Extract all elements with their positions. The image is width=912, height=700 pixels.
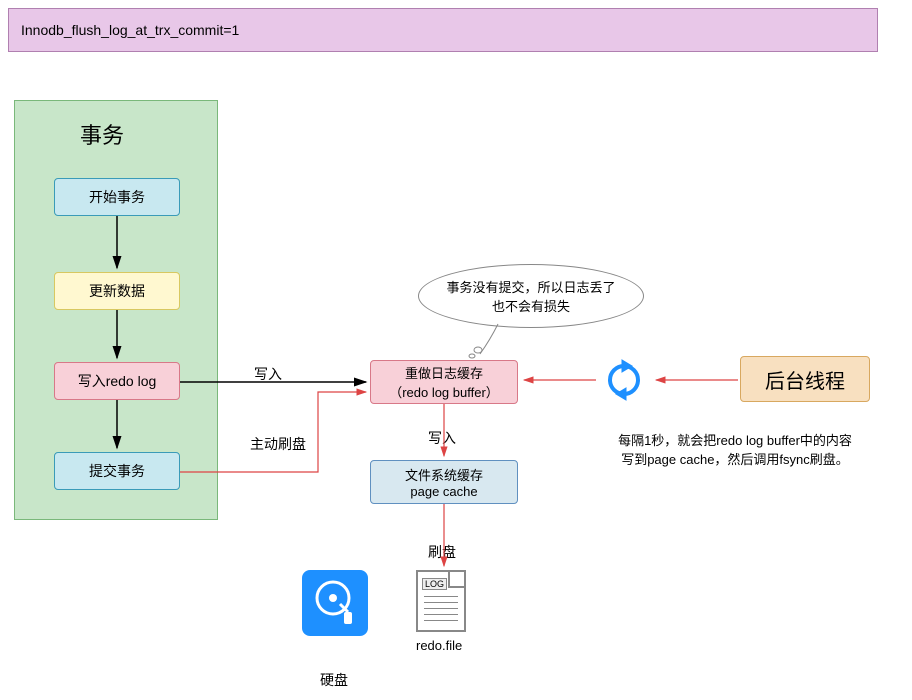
title-text: Innodb_flush_log_at_trx_commit=1 xyxy=(21,22,239,38)
bubble-line1: 事务没有提交，所以日志丢了 xyxy=(446,277,615,296)
file-label: redo.file xyxy=(416,638,462,653)
background-thread-box: 后台线程 xyxy=(740,356,870,402)
start-transaction-box: 开始事务 xyxy=(54,178,180,216)
bg-desc-line1: 每隔1秒，就会把redo log buffer中的内容 xyxy=(580,430,890,449)
disk-label: 硬盘 xyxy=(320,670,348,690)
page-cache-line2: page cache xyxy=(410,484,477,499)
bg-desc-line2: 写到page cache，然后调用fsync刷盘。 xyxy=(580,449,890,468)
disk-icon xyxy=(302,570,368,636)
background-thread-label: 后台线程 xyxy=(765,365,845,394)
redo-buffer-line1: 重做日志缓存 xyxy=(405,363,483,382)
refresh-icon xyxy=(600,356,648,404)
start-transaction-label: 开始事务 xyxy=(89,187,145,207)
active-flush-label: 主动刷盘 xyxy=(250,434,306,454)
write2-label: 写入 xyxy=(428,428,456,448)
update-data-label: 更新数据 xyxy=(89,281,145,301)
bubble-line2: 也不会有损失 xyxy=(492,296,570,315)
redo-buffer-line2: （redo log buffer） xyxy=(389,382,499,401)
commit-transaction-label: 提交事务 xyxy=(89,461,145,481)
file-tag: LOG xyxy=(422,578,447,590)
commit-transaction-box: 提交事务 xyxy=(54,452,180,490)
update-data-box: 更新数据 xyxy=(54,272,180,310)
write1-label: 写入 xyxy=(254,364,282,384)
file-icon: LOG xyxy=(416,570,466,632)
page-cache-line1: 文件系统缓存 xyxy=(405,465,483,484)
speech-bubble: 事务没有提交，所以日志丢了 也不会有损失 xyxy=(418,264,644,328)
redo-buffer-box: 重做日志缓存 （redo log buffer） xyxy=(370,360,518,404)
title-bar: Innodb_flush_log_at_trx_commit=1 xyxy=(8,8,878,52)
write-redo-box: 写入redo log xyxy=(54,362,180,400)
write-redo-label: 写入redo log xyxy=(78,371,157,391)
page-cache-box: 文件系统缓存 page cache xyxy=(370,460,518,504)
file-lines-icon xyxy=(424,596,458,626)
flush-label: 刷盘 xyxy=(428,542,456,562)
bg-description: 每隔1秒，就会把redo log buffer中的内容 写到page cache… xyxy=(580,430,890,468)
transaction-title: 事务 xyxy=(80,118,124,150)
